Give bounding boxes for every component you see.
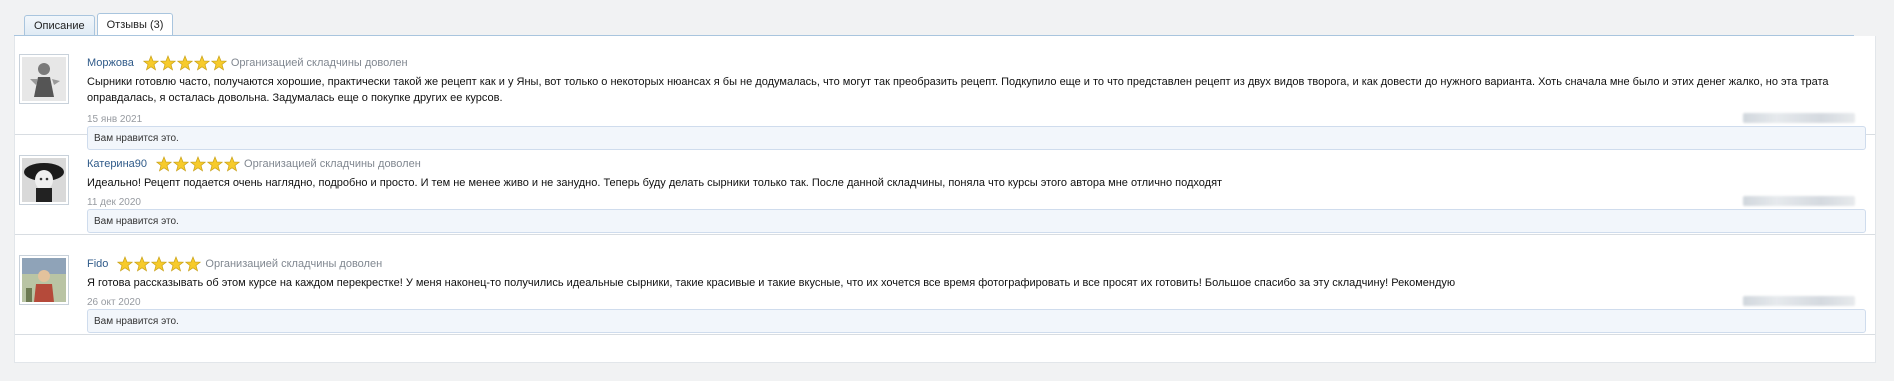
star-icon — [168, 256, 185, 272]
star-icon — [117, 256, 134, 272]
star-icon — [156, 156, 173, 172]
star-icon — [173, 156, 190, 172]
review-date: 26 окт 2020 — [87, 297, 141, 308]
star-rating — [117, 256, 202, 272]
review-text: Идеально! Рецепт подается очень наглядно… — [87, 177, 1223, 189]
star-icon — [134, 256, 151, 272]
avatar[interactable] — [19, 155, 69, 205]
tab-reviews[interactable]: Отзывы (3) — [96, 13, 174, 36]
review-date: 15 янв 2021 — [87, 114, 143, 125]
star-rating — [156, 156, 241, 172]
review-text: Сырники готовлю часто, получаются хороши… — [87, 76, 1829, 104]
rating-label: Организацией складчины доволен — [244, 158, 421, 170]
likes-summary: Вам нравится это. — [87, 209, 1866, 233]
star-icon — [224, 156, 241, 172]
tab-description[interactable]: Описание — [24, 15, 95, 36]
likes-summary: Вам нравится это. — [87, 309, 1866, 333]
star-icon — [193, 55, 210, 71]
username-link[interactable]: Fido — [87, 258, 108, 270]
review-date: 11 дек 2020 — [87, 197, 141, 208]
star-icon — [190, 156, 207, 172]
review-tabs: Описание Отзывы (3) — [24, 13, 175, 36]
reviews-panel: Моржова Организацией складчины доволен С… — [14, 36, 1876, 363]
username-link[interactable]: Катерина90 — [87, 158, 147, 170]
like-link-blurred[interactable] — [1743, 196, 1855, 206]
star-icon — [176, 55, 193, 71]
star-icon — [142, 55, 159, 71]
star-icon — [151, 256, 168, 272]
star-icon — [210, 55, 227, 71]
rating-label: Организацией складчины доволен — [230, 57, 408, 69]
avatar-image — [22, 158, 66, 202]
star-rating — [142, 55, 228, 71]
avatar[interactable] — [19, 255, 69, 305]
review-item: Fido Организацией складчины доволен Я го… — [15, 235, 1875, 335]
review-meta: Моржова Организацией складчины доволен — [87, 54, 408, 72]
like-link-blurred[interactable] — [1743, 113, 1855, 123]
star-icon — [185, 256, 202, 272]
review-text: Я готова рассказывать об этом курсе на к… — [87, 277, 1456, 289]
avatar[interactable] — [19, 54, 69, 104]
review-item: Катерина90 Организацией складчины доволе… — [15, 135, 1875, 235]
username-link[interactable]: Моржова — [87, 57, 134, 69]
review-meta: Fido Организацией складчины доволен — [87, 255, 382, 273]
like-link-blurred[interactable] — [1743, 296, 1855, 306]
rating-label: Организацией складчины доволен — [205, 258, 383, 270]
review-meta: Катерина90 Организацией складчины доволе… — [87, 155, 421, 173]
star-icon — [159, 55, 176, 71]
avatar-image — [22, 258, 66, 302]
avatar-image — [22, 57, 66, 101]
star-icon — [207, 156, 224, 172]
review-item: Моржова Организацией складчины доволен С… — [15, 36, 1875, 150]
